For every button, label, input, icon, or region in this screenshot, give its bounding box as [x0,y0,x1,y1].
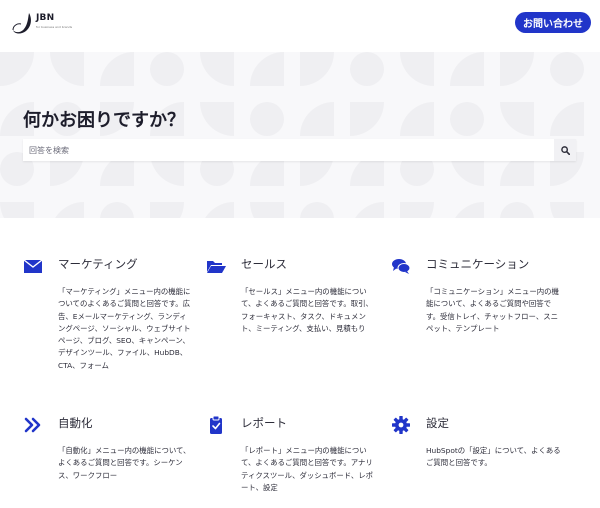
chat-bubbles-icon [392,259,411,274]
search-box [23,139,576,161]
category-description-marketing: 「マーケティング」メニュー内の機能についてのよくあるご質問と回答です。広告、Eメ… [58,287,191,370]
logo-text: JBN [36,13,55,23]
logo[interactable]: JBN for business and brands [12,10,72,36]
category-title-communication[interactable]: コミュニケーション [426,256,529,272]
category-description-sales: 「セールス」メニュー内の機能について、よくあるご質問と回答です。取引、フォーキャ… [241,287,373,333]
category-description-settings: HubSpotの「設定」について、よくあるご質問と回答です。 [426,446,561,468]
envelope-icon [23,259,43,273]
hero-pattern [0,52,584,218]
search-input[interactable] [23,139,553,161]
hero-title: 何かお困りですか？ [23,110,185,131]
contact-button[interactable]: お問い合わせ [515,12,591,33]
category-description-communication: 「コミュニケーション」メニュー内の機能について、よくあるご質問や回答です。受信ト… [426,287,559,333]
search-icon [560,145,570,155]
category-title-settings[interactable]: 設定 [426,415,449,431]
category-description-automation: 「自動化」メニュー内の機能について、よくあるご質問と回答です。シーケンス、ワーク… [58,446,191,480]
logo-subtext: for business and brands [36,25,73,29]
category-title-reports[interactable]: レポート [241,415,287,431]
site-header: JBN for business and brands お問い合わせ [0,0,600,48]
search-button[interactable] [554,139,576,161]
double-chevron-right-icon [24,417,41,433]
hero-section: 何かお困りですか？ [0,52,600,218]
category-title-sales[interactable]: セールス [241,256,287,272]
category-description-reports: 「レポート」メニュー内の機能について、よくあるご質問と回答です。アナリティクスツ… [241,446,374,492]
folder-open-icon [207,261,226,273]
category-title-marketing[interactable]: マーケティング [58,256,138,272]
category-title-automation[interactable]: 自動化 [58,415,93,431]
clipboard-icon [210,415,222,434]
logo-mark-icon [12,13,31,34]
gear-icon [392,416,410,434]
